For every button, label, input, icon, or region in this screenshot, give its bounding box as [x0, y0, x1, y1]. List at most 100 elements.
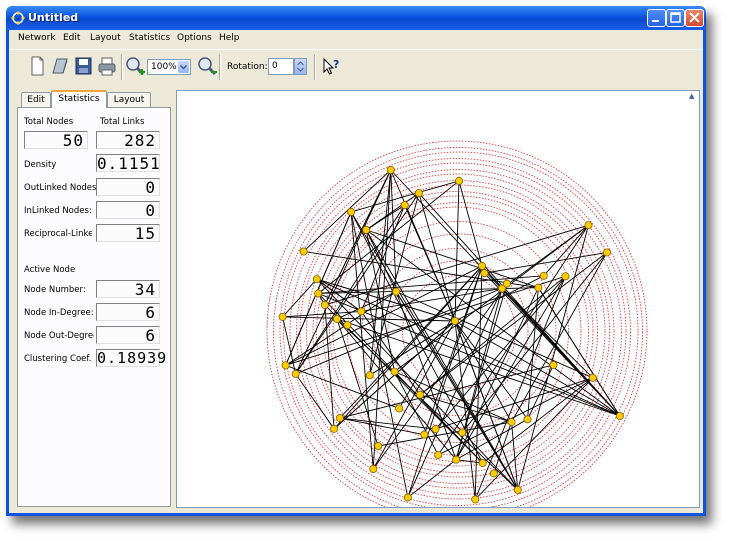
- help-pointer-icon[interactable]: ?: [321, 55, 341, 77]
- new-icon[interactable]: [27, 55, 47, 77]
- network-node: [390, 367, 399, 376]
- reciprocal-label: Reciprocal-Linked: [24, 229, 92, 239]
- scroll-up-icon[interactable]: ▲: [689, 92, 697, 100]
- window-frame: Network Edit Layout Statistics Options H…: [6, 30, 706, 516]
- menu-statistics[interactable]: Statistics: [129, 33, 170, 43]
- application-window: Untitled Network Edit Layout Statistics …: [6, 6, 706, 516]
- network-node: [362, 225, 371, 234]
- toolbar-separator: [314, 54, 316, 80]
- toolbar-separator: [121, 54, 123, 80]
- network-node: [452, 455, 461, 464]
- network-node: [330, 424, 339, 433]
- network-node: [395, 404, 404, 413]
- network-edge: [282, 278, 318, 318]
- outlinked-label: OutLinked Nodes: [24, 183, 97, 193]
- chevron-down-icon[interactable]: [178, 61, 189, 73]
- rotation-spinner[interactable]: [294, 58, 307, 75]
- out-degree-label: Node Out-Degree: [24, 331, 94, 341]
- network-node: [312, 275, 321, 284]
- menu-options[interactable]: Options: [177, 33, 212, 43]
- menu-layout[interactable]: Layout: [90, 33, 121, 43]
- network-node: [471, 495, 480, 504]
- network-node: [478, 459, 487, 468]
- network-node: [489, 469, 498, 478]
- clustering-label: Clustering Coef.: [24, 354, 92, 364]
- network-node: [602, 248, 611, 257]
- network-node: [507, 418, 516, 427]
- network-node: [434, 450, 443, 459]
- network-node: [403, 493, 412, 502]
- network-node: [369, 464, 378, 473]
- network-edge: [336, 318, 519, 491]
- network-node: [458, 428, 467, 437]
- network-node: [291, 369, 300, 378]
- menu-bar: Network Edit Layout Statistics Options H…: [9, 30, 703, 47]
- total-nodes-label: Total Nodes: [24, 117, 74, 127]
- network-node: [347, 207, 356, 216]
- tab-statistics[interactable]: Statistics: [51, 90, 107, 108]
- side-panel: Edit Statistics Layout Total Nodes Total…: [17, 90, 171, 508]
- toolbar-separator: [219, 54, 221, 80]
- maximize-icon: [670, 12, 681, 23]
- network-node: [539, 271, 548, 280]
- minimize-button[interactable]: [647, 9, 666, 27]
- network-node: [513, 485, 522, 494]
- network-node: [343, 321, 352, 330]
- network-edge: [474, 276, 566, 500]
- network-node: [400, 201, 409, 210]
- print-icon[interactable]: [97, 55, 117, 77]
- in-degree-label: Node In-Degree:: [24, 308, 94, 318]
- menu-edit[interactable]: Edit: [63, 33, 80, 43]
- tab-edit[interactable]: Edit: [21, 92, 51, 107]
- network-node: [386, 165, 395, 174]
- network-edge: [454, 320, 621, 417]
- network-canvas[interactable]: ▲: [176, 90, 700, 508]
- clustering-value: 0.18939: [96, 349, 168, 367]
- network-node: [374, 442, 383, 451]
- maximize-button[interactable]: [666, 9, 685, 27]
- network-node: [549, 360, 558, 369]
- density-label: Density: [24, 160, 57, 170]
- zoom-select[interactable]: 100%: [147, 59, 191, 75]
- total-links-label: Total Links: [100, 117, 145, 127]
- network-node: [584, 221, 593, 230]
- menu-help[interactable]: Help: [219, 33, 240, 43]
- close-button[interactable]: [685, 9, 704, 27]
- rotation-value: 0: [272, 61, 278, 71]
- network-node: [299, 247, 308, 256]
- network-edge: [435, 276, 566, 430]
- minimize-icon: [652, 20, 659, 22]
- zoom-in-icon[interactable]: [125, 55, 145, 77]
- toolbar: 100% Rotation: 0 ?: [9, 49, 703, 84]
- node-number-value: 34: [96, 280, 160, 298]
- tab-layout[interactable]: Layout: [107, 92, 151, 107]
- network-node: [478, 261, 487, 270]
- panel-tabs: Edit Statistics Layout: [17, 90, 171, 108]
- rotation-input[interactable]: 0: [268, 58, 294, 75]
- network-node: [561, 272, 570, 281]
- in-degree-value: 6: [96, 303, 160, 321]
- network-edge: [285, 275, 566, 366]
- network-node: [502, 279, 511, 288]
- network-node: [314, 289, 323, 298]
- network-node: [588, 373, 597, 382]
- network-node: [450, 316, 459, 325]
- network-edge: [295, 373, 335, 430]
- zoom-out-icon[interactable]: [197, 55, 217, 77]
- network-edge: [418, 193, 456, 322]
- save-icon[interactable]: [73, 55, 93, 77]
- network-node: [278, 312, 287, 321]
- network-node: [615, 411, 624, 420]
- open-icon[interactable]: [50, 55, 70, 77]
- network-graph[interactable]: [177, 91, 699, 507]
- statistics-panel: Total Nodes Total Links 50 282 Density 0…: [17, 107, 171, 507]
- density-value: 0.1151: [96, 154, 161, 173]
- menu-network[interactable]: Network: [18, 33, 56, 43]
- title-bar[interactable]: Untitled: [6, 6, 706, 30]
- window-title: Untitled: [28, 11, 79, 24]
- network-node: [431, 425, 440, 434]
- network-edge: [454, 180, 460, 322]
- spinner-arrows-icon: [297, 61, 304, 72]
- network-node: [420, 430, 429, 439]
- outlinked-value: 0: [96, 178, 160, 196]
